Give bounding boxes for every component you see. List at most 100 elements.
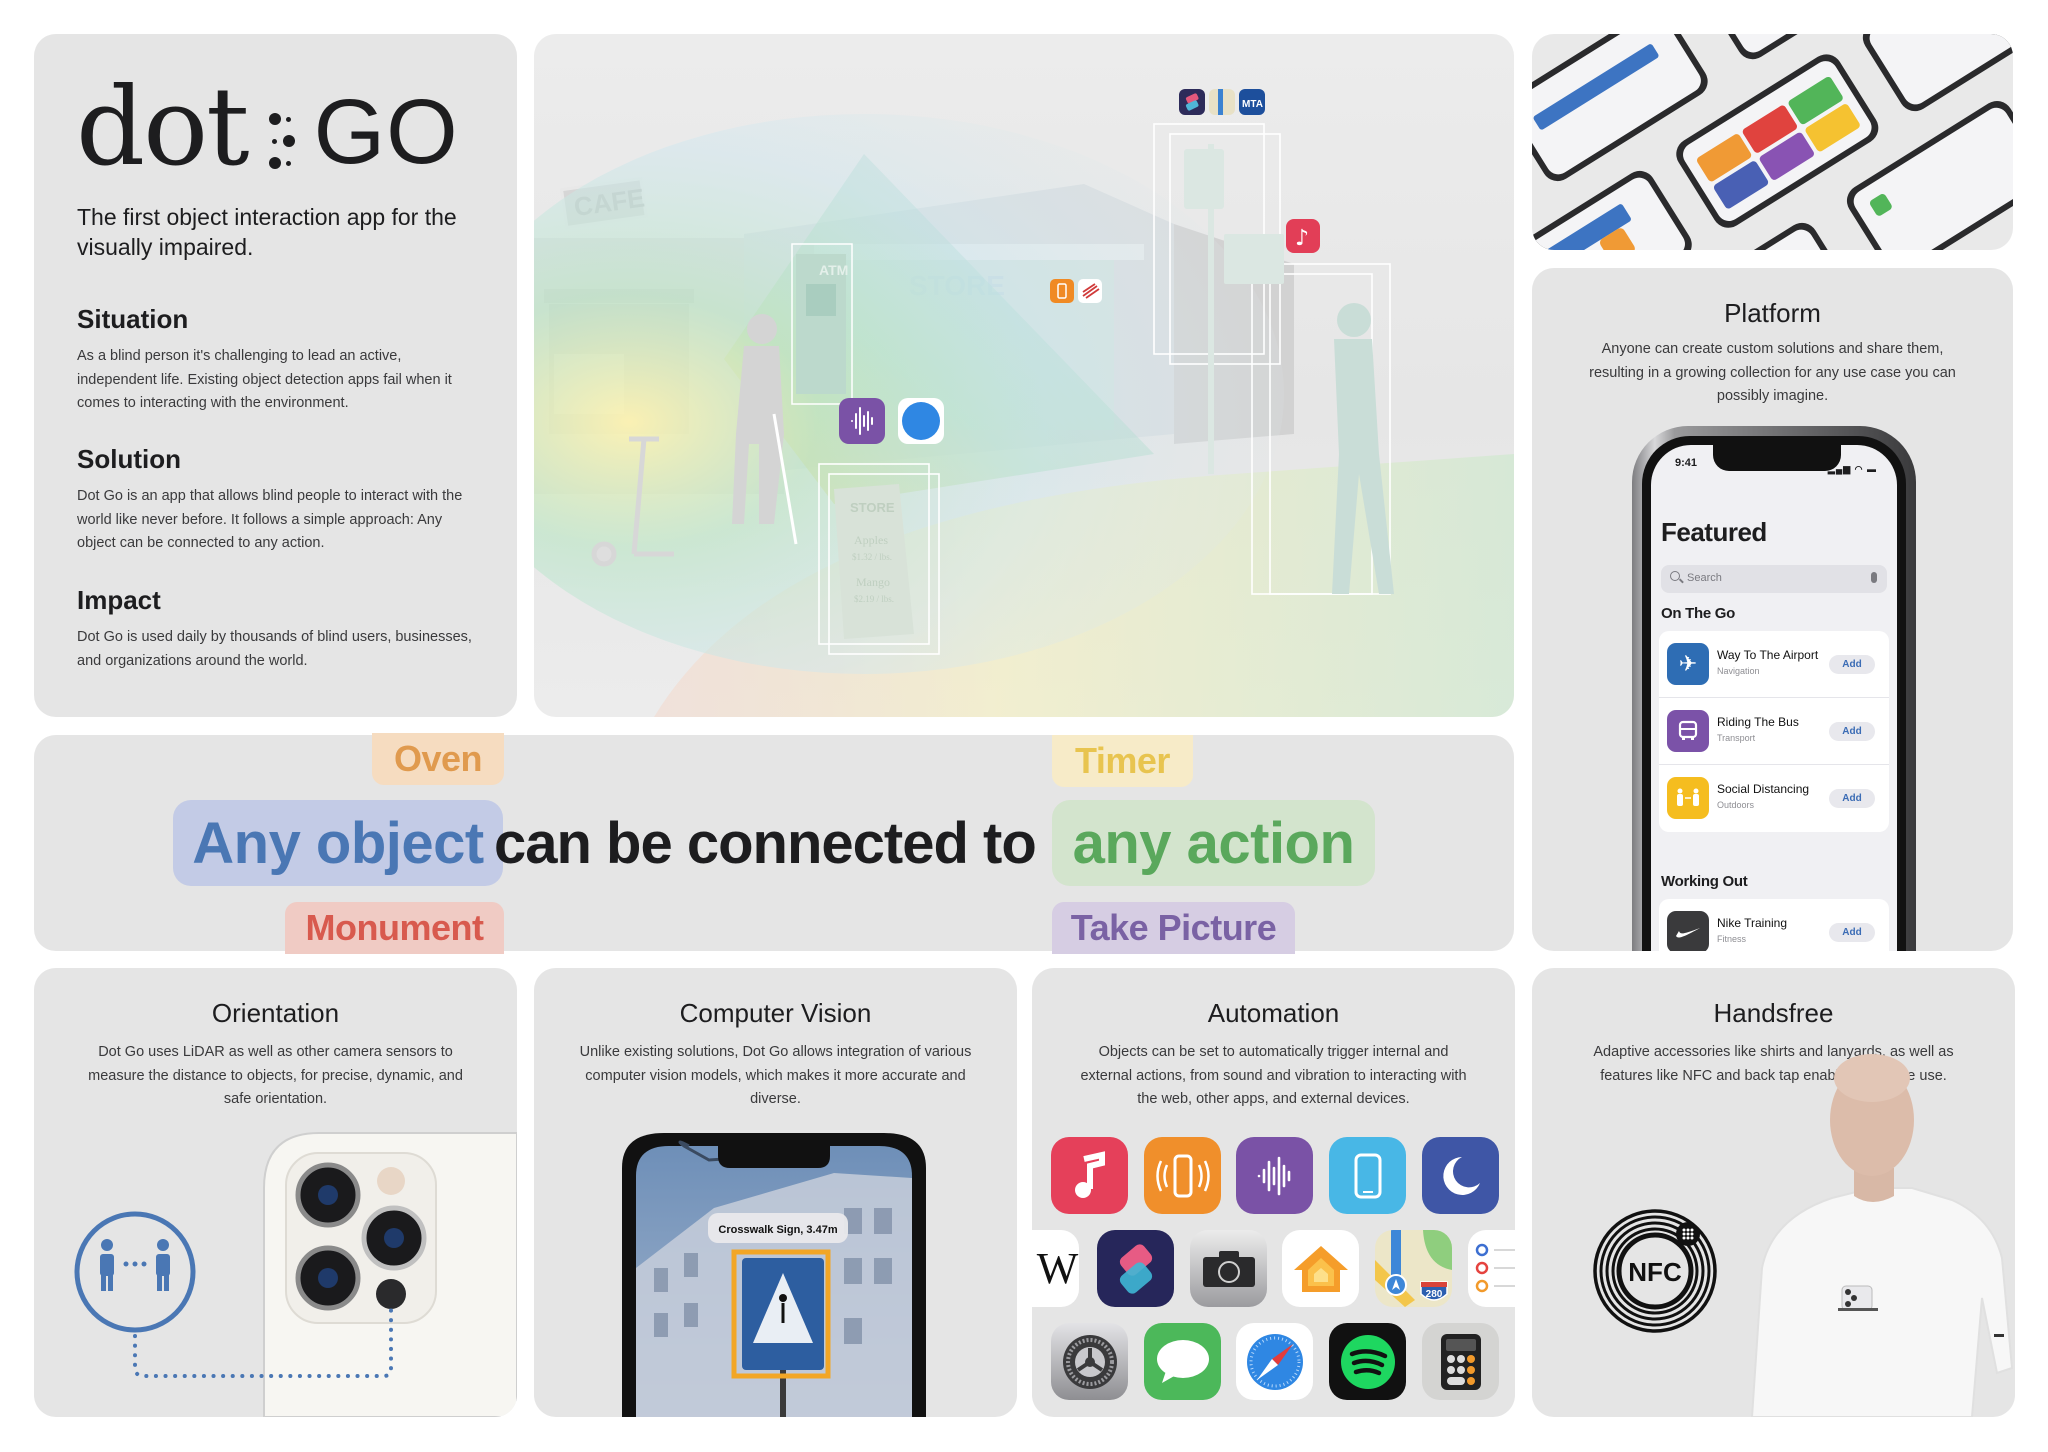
section-title: Situation [77,304,189,334]
add-button[interactable]: Add [1829,789,1875,808]
section-body: Dot Go is used daily by thousands of bli… [77,629,472,669]
item-category: Outdoors [1717,800,1755,810]
logo-brand: GO [313,81,459,183]
svg-text:♪: ♪ [1295,226,1309,251]
vibration-icon [1050,279,1074,303]
detection-label: Crosswalk Sign, 3.47m [718,1224,837,1236]
section-body: Dot Go is an app that allows blind peopl… [77,488,463,551]
braille-dots-icon [268,108,296,174]
list-item[interactable]: Social Distancing Outdoors Add [1659,765,1889,832]
item-category: Fitness [1717,934,1747,944]
situation-section: Situation As a blind person it's challen… [77,304,477,416]
shortcuts-icon [1097,1230,1174,1307]
solution-list: Nike Training Fitness Add [1659,899,1889,951]
group-title: Working Out [1661,873,1748,890]
platform-card: Platform Anyone can create custom soluti… [1532,268,2013,951]
item-name: Way To The Airport [1717,648,1819,662]
voice-memo-icon [1236,1137,1313,1214]
list-item[interactable]: ✈ Way To The Airport Navigation Add [1659,631,1889,698]
wikipedia-icon: W [1032,1230,1079,1307]
phones-collage [1532,34,2013,250]
dot-go-logo: dot GO [76,72,459,182]
section-title: Impact [77,585,161,615]
add-button[interactable]: Add [1829,923,1875,942]
svg-text:$2.19 / lbs.: $2.19 / lbs. [854,594,894,604]
item-name: Nike Training [1717,916,1788,930]
phone-notch [1713,445,1841,471]
hero-illustration: CAFE STORE ATM [534,34,1514,717]
phone-notch [718,1146,830,1168]
connector-text: can be connected to [494,811,1037,876]
svg-text:280: 280 [1426,1289,1443,1300]
calculator-icon [1422,1323,1499,1400]
example-action-take-picture: Take Picture [1052,902,1295,954]
item-name: Riding The Bus [1717,715,1799,729]
safari-icon [1236,1323,1313,1400]
svg-text:Apples: Apples [854,533,888,547]
distance-icon [74,1211,196,1333]
section-title: Solution [77,444,181,474]
card-description: Anyone can create custom solutions and s… [1589,341,1956,404]
status-icons: ▂▄▆ ◠ ▬ [1827,464,1877,474]
automation-card: Automation Objects can be set to automat… [1032,968,1515,1417]
iphone-back [263,1132,517,1417]
search-icon [1670,571,1680,581]
any-object-pill: Any object [173,800,503,886]
street-scene: CAFE STORE ATM [534,89,1514,717]
atm-sign: ATM [819,262,848,278]
atm: ATM [791,243,853,405]
handsfree-illustration: NFC [1593,1054,2014,1417]
spotify-icon [1329,1323,1406,1400]
section-body: As a blind person it's challenging to le… [77,348,452,411]
lidar-sensor [376,1279,406,1309]
home-icon [1282,1230,1359,1307]
bus-icon [1667,710,1709,752]
add-button[interactable]: Add [1829,655,1875,674]
phone-mockup: 9:41 ▂▄▆ ◠ ▬ Featured Search On The Go ✈… [1632,426,1916,951]
any-action-pill: any action [1052,800,1375,886]
voice-memo-icon [839,398,885,444]
search-placeholder: Search [1687,572,1722,584]
group-title: On The Go [1661,605,1735,622]
svg-text:STORE: STORE [850,500,895,515]
svg-text:Mango: Mango [856,575,890,589]
vibration-icon [1144,1137,1221,1214]
orientation-card: Orientation Dot Go uses LiDAR as well as… [34,968,517,1417]
search-input[interactable]: Search [1661,565,1887,593]
cv-phone-illustration: Crosswalk Sign, 3.47m [622,1133,926,1417]
nfc-icon: NFC [1593,1209,1717,1333]
item-category: Transport [1717,733,1756,743]
phone-screen-icon [1329,1137,1406,1214]
solution-list: ✈ Way To The Airport Navigation Add Ridi… [1659,631,1889,832]
impact-section: Impact Dot Go is used daily by thousands… [77,585,477,673]
microphone-icon[interactable] [1871,572,1877,583]
maps-icon: 280 [1375,1230,1452,1307]
status-time: 9:41 [1675,457,1698,469]
reminders-icon [1468,1230,1515,1307]
example-object-monument: Monument [285,902,504,954]
settings-icon [1051,1323,1128,1400]
svg-text:MTA: MTA [1242,99,1263,110]
computer-vision-card: Computer Vision Unlike existing solution… [534,968,1017,1417]
add-button[interactable]: Add [1829,722,1875,741]
example-action-timer: Timer [1052,735,1193,787]
flash [377,1167,405,1195]
social-distancing-icon [1667,777,1709,819]
app-screens-photo [1532,34,2013,250]
logo-word: dot [76,65,250,190]
moon-icon [1422,1137,1499,1214]
nike-icon [1667,911,1709,951]
item-name: Social Distancing [1717,782,1810,796]
handsfree-card: Handsfree Adaptive accessories like shir… [1532,968,2015,1417]
svg-text:$1.32 / lbs.: $1.32 / lbs. [852,552,892,562]
item-category: Navigation [1717,666,1760,676]
app-icon-grid: W 280 [1032,968,1515,1417]
list-item[interactable]: Riding The Bus Transport Add [1659,698,1889,765]
phone-screen: 9:41 ▂▄▆ ◠ ▬ Featured Search On The Go ✈… [1651,445,1897,951]
screen-heading: Featured [1661,517,1767,547]
airplane-icon: ✈ [1667,643,1709,685]
list-item[interactable]: Nike Training Fitness Add [1659,899,1889,951]
music-icon [1051,1137,1128,1214]
card-title: Platform [1724,298,1821,328]
messages-icon [1144,1323,1221,1400]
